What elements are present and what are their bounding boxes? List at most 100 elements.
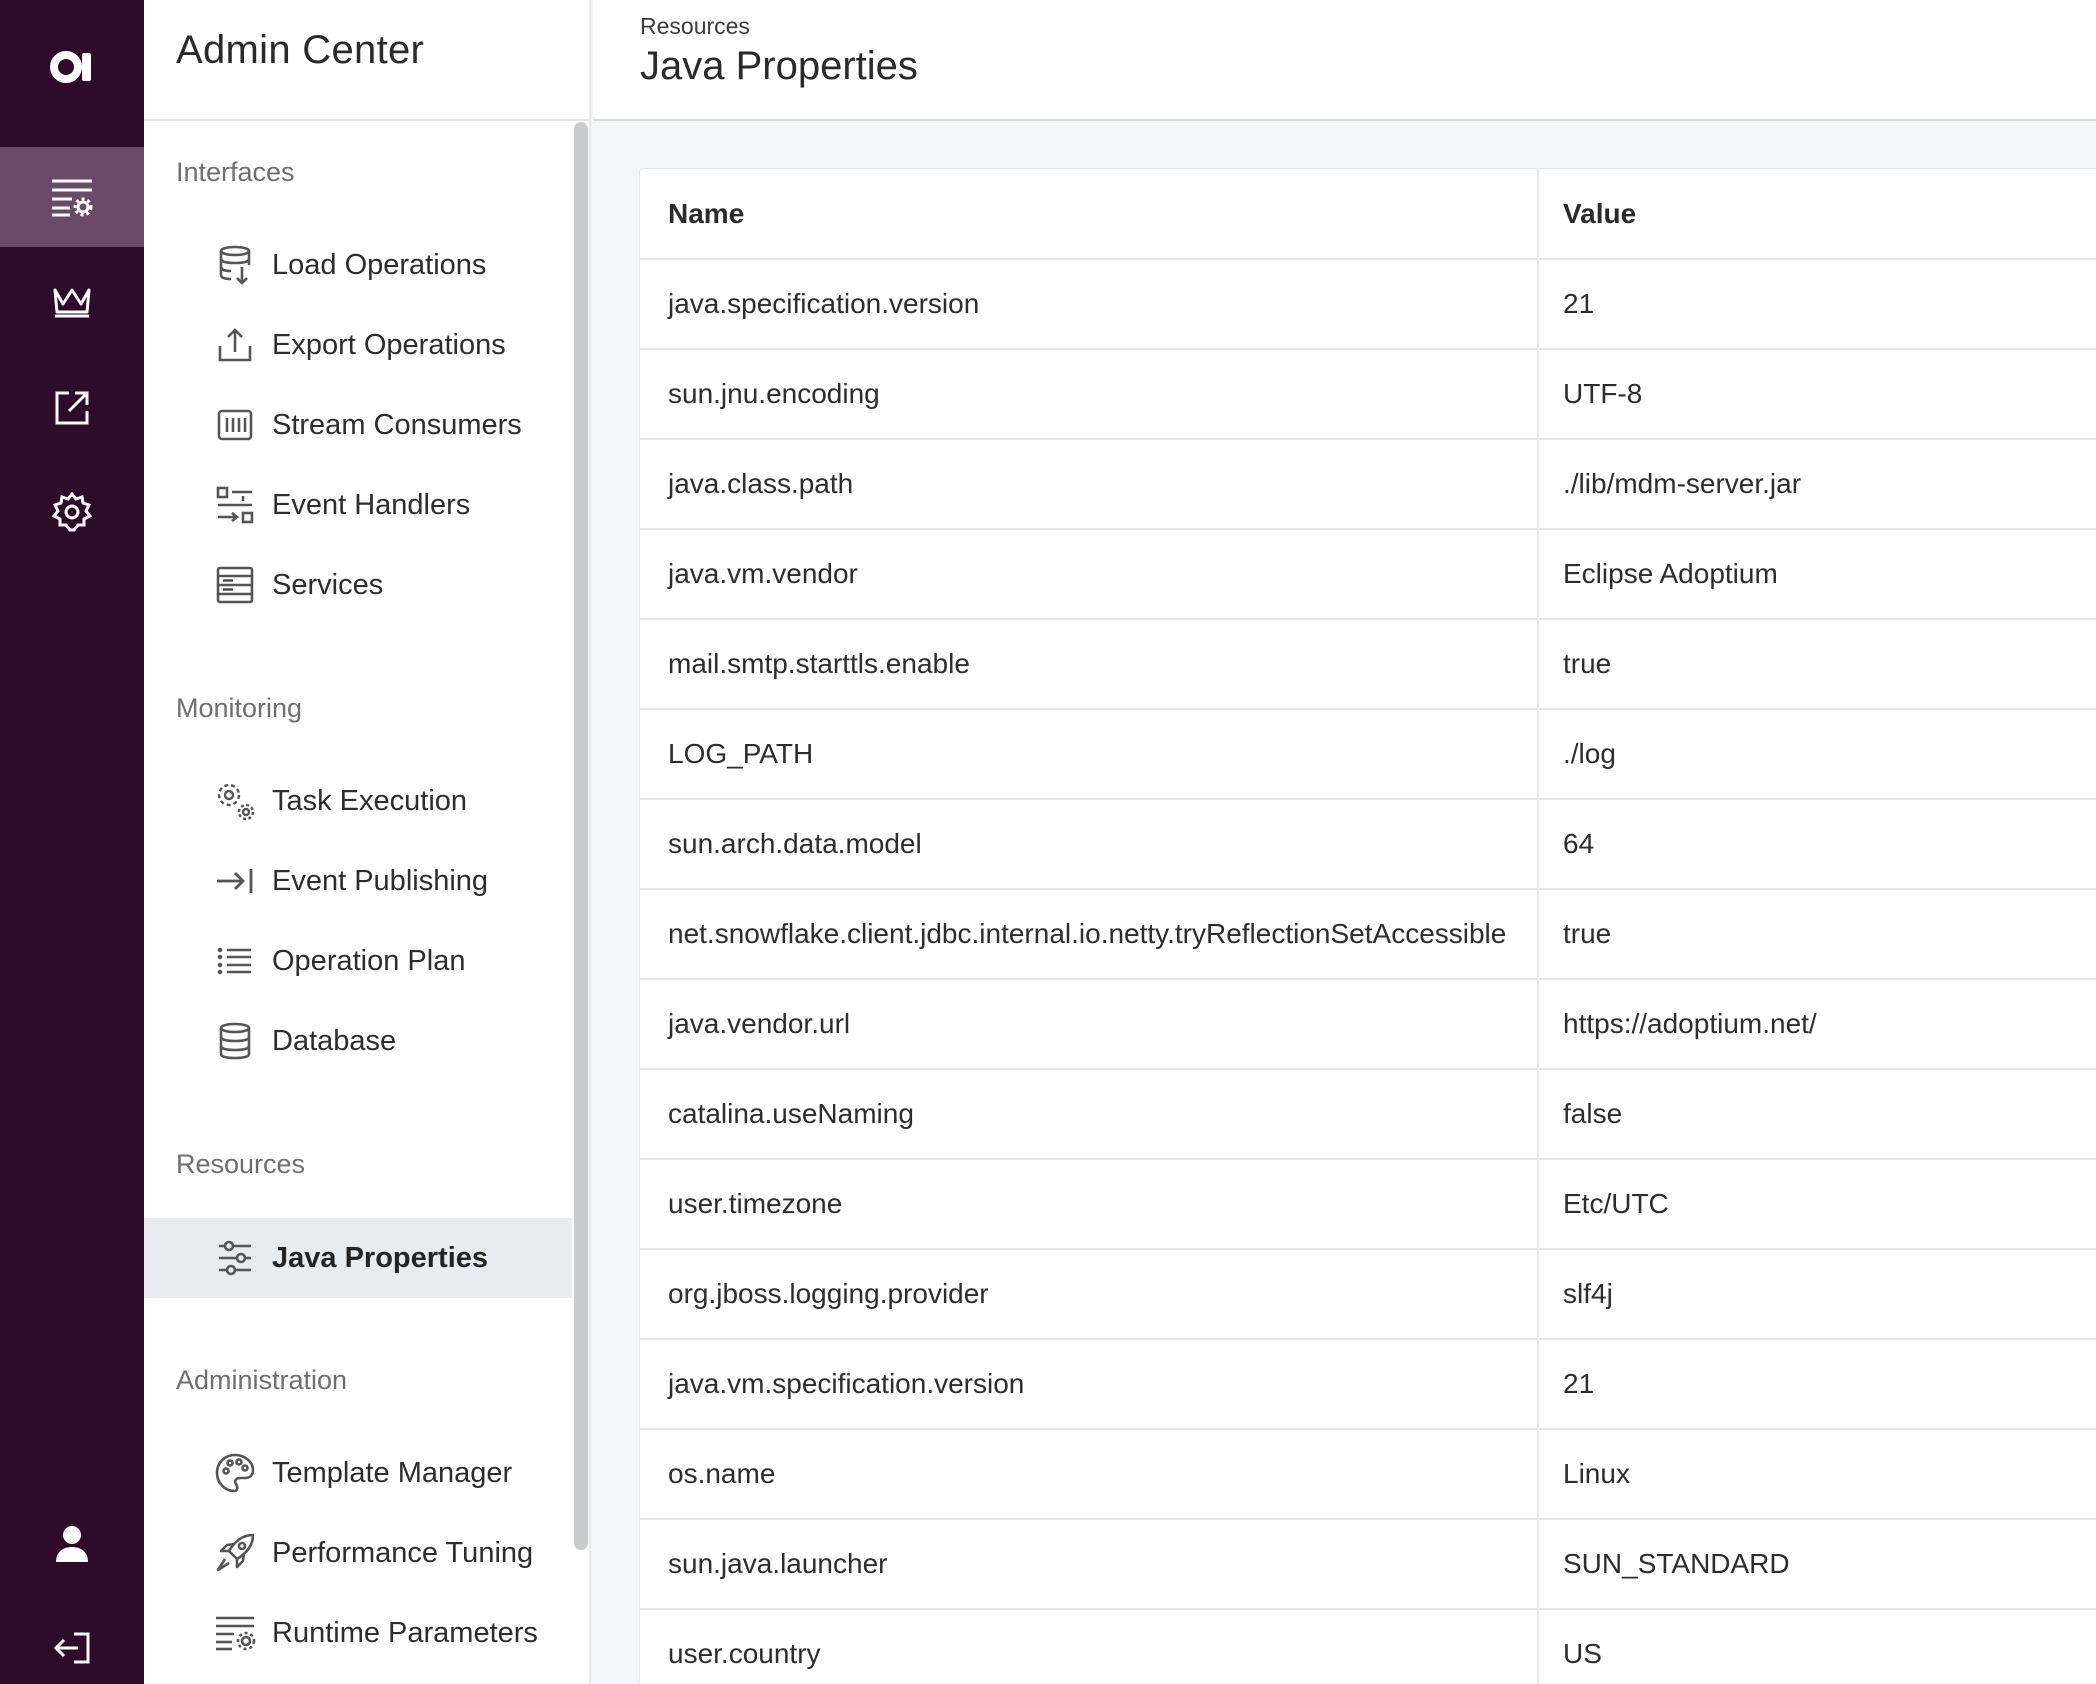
sidebar-item-label: Export Operations bbox=[272, 329, 506, 362]
property-name-cell: java.vendor.url bbox=[640, 979, 1538, 1069]
crown-icon[interactable] bbox=[0, 251, 144, 351]
logo-icon[interactable] bbox=[0, 0, 144, 134]
property-value-cell: SUN_STANDARD bbox=[1538, 1519, 2096, 1609]
sidebar-item-template-manager[interactable]: Template Manager bbox=[144, 1433, 572, 1513]
property-value-cell: UTF-8 bbox=[1538, 349, 2096, 439]
property-name-cell: java.vm.vendor bbox=[640, 529, 1538, 619]
sidebar-item-label: Runtime Parameters bbox=[272, 1617, 538, 1650]
property-name-cell: java.vm.specification.version bbox=[640, 1339, 1538, 1429]
property-value-cell: slf4j bbox=[1538, 1249, 2096, 1339]
rocket-icon bbox=[214, 1532, 256, 1574]
sidebar-item-label: Database bbox=[272, 1025, 396, 1058]
sidebar-item-label: Template Manager bbox=[272, 1457, 512, 1490]
sidebar-item-runtime-parameters[interactable]: Runtime Parameters bbox=[144, 1593, 572, 1673]
sidebar-item-event-publishing[interactable]: Event Publishing bbox=[144, 841, 572, 921]
property-value-cell: 21 bbox=[1538, 1339, 2096, 1429]
sidebar-item-load-operations[interactable]: Load Operations bbox=[144, 225, 572, 305]
sidebar: Admin Center Interfaces Load Operations bbox=[144, 0, 591, 1684]
logout-icon[interactable] bbox=[0, 1598, 144, 1684]
palette-icon bbox=[214, 1452, 256, 1494]
services-icon bbox=[214, 564, 256, 606]
sidebar-item-export-operations[interactable]: Export Operations bbox=[144, 305, 572, 385]
table-row[interactable]: java.vendor.urlhttps://adoptium.net/ bbox=[640, 979, 2096, 1069]
sidebar-scrollbar[interactable] bbox=[574, 122, 588, 1550]
sidebar-item-label: Performance Tuning bbox=[272, 1537, 533, 1570]
table-row[interactable]: mail.smtp.starttls.enabletrue bbox=[640, 619, 2096, 709]
property-value-cell: ./lib/mdm-server.jar bbox=[1538, 439, 2096, 529]
breadcrumb[interactable]: Resources bbox=[640, 13, 750, 40]
property-value-cell: 21 bbox=[1538, 259, 2096, 349]
property-name-cell: sun.jnu.encoding bbox=[640, 349, 1538, 439]
table-row[interactable]: java.vm.specification.version21 bbox=[640, 1339, 2096, 1429]
stream-icon bbox=[214, 404, 256, 446]
export-icon bbox=[214, 324, 256, 366]
table-row[interactable]: sun.jnu.encodingUTF-8 bbox=[640, 349, 2096, 439]
sidebar-item-performance-tuning[interactable]: Performance Tuning bbox=[144, 1513, 572, 1593]
property-name-cell: catalina.useNaming bbox=[640, 1069, 1538, 1159]
sidebar-item-task-execution[interactable]: Task Execution bbox=[144, 761, 572, 841]
property-value-cell: Eclipse Adoptium bbox=[1538, 529, 2096, 619]
properties-table: Name Value java.specification.version21s… bbox=[640, 169, 2096, 1684]
column-header-name[interactable]: Name bbox=[640, 169, 1538, 259]
sidebar-item-label: Java Properties bbox=[272, 1242, 488, 1275]
sidebar-item-java-properties[interactable]: Java Properties bbox=[144, 1218, 572, 1298]
sidebar-item-label: Load Operations bbox=[272, 249, 486, 282]
property-value-cell: Etc/UTC bbox=[1538, 1159, 2096, 1249]
arrow-to-line-icon bbox=[214, 860, 256, 902]
table-row[interactable]: java.vm.vendorEclipse Adoptium bbox=[640, 529, 2096, 619]
column-header-value[interactable]: Value bbox=[1538, 169, 2096, 259]
property-name-cell: mail.smtp.starttls.enable bbox=[640, 619, 1538, 709]
sidebar-item-label: Stream Consumers bbox=[272, 409, 522, 442]
table-row[interactable]: java.specification.version21 bbox=[640, 259, 2096, 349]
property-value-cell: Linux bbox=[1538, 1429, 2096, 1519]
sidebar-item-label: Event Handlers bbox=[272, 489, 470, 522]
property-name-cell: sun.java.launcher bbox=[640, 1519, 1538, 1609]
property-name-cell: user.timezone bbox=[640, 1159, 1538, 1249]
sidebar-item-stream-consumers[interactable]: Stream Consumers bbox=[144, 385, 572, 465]
property-name-cell: user.country bbox=[640, 1609, 1538, 1684]
sidebar-item-operation-plan[interactable]: Operation Plan bbox=[144, 921, 572, 1001]
app-title: Admin Center bbox=[176, 28, 589, 73]
sidebar-header: Admin Center bbox=[144, 0, 589, 121]
sidebar-item-database[interactable]: Database bbox=[144, 1001, 572, 1081]
sidebar-item-event-handlers[interactable]: Event Handlers bbox=[144, 465, 572, 545]
table-row[interactable]: net.snowflake.client.jdbc.internal.io.ne… bbox=[640, 889, 2096, 979]
table-row[interactable]: LOG_PATH./log bbox=[640, 709, 2096, 799]
table-row[interactable]: user.countryUS bbox=[640, 1609, 2096, 1684]
sidebar-item-services[interactable]: Services bbox=[144, 545, 572, 625]
property-value-cell: 64 bbox=[1538, 799, 2096, 889]
external-link-icon[interactable] bbox=[0, 358, 144, 458]
property-name-cell: sun.arch.data.model bbox=[640, 799, 1538, 889]
property-value-cell: true bbox=[1538, 619, 2096, 709]
app-rail bbox=[0, 0, 144, 1684]
property-name-cell: java.specification.version bbox=[640, 259, 1538, 349]
list-icon bbox=[214, 940, 256, 982]
property-value-cell: https://adoptium.net/ bbox=[1538, 979, 2096, 1069]
table-row[interactable]: sun.arch.data.model64 bbox=[640, 799, 2096, 889]
table-row[interactable]: org.jboss.logging.providerslf4j bbox=[640, 1249, 2096, 1339]
gear-icon[interactable] bbox=[0, 462, 144, 562]
user-icon[interactable] bbox=[0, 1494, 144, 1594]
table-row[interactable]: java.class.path./lib/mdm-server.jar bbox=[640, 439, 2096, 529]
property-name-cell: LOG_PATH bbox=[640, 709, 1538, 799]
page-header: Resources Java Properties bbox=[593, 0, 2096, 121]
table-row[interactable]: user.timezoneEtc/UTC bbox=[640, 1159, 2096, 1249]
page-title: Java Properties bbox=[640, 44, 918, 89]
property-value-cell: US bbox=[1538, 1609, 2096, 1684]
property-value-cell: true bbox=[1538, 889, 2096, 979]
property-name-cell: os.name bbox=[640, 1429, 1538, 1519]
table-header-row: Name Value bbox=[640, 169, 2096, 259]
property-value-cell: ./log bbox=[1538, 709, 2096, 799]
section-title-resources: Resources bbox=[176, 1149, 305, 1180]
property-name-cell: java.class.path bbox=[640, 439, 1538, 529]
database-icon bbox=[214, 1020, 256, 1062]
sliders-icon bbox=[214, 1237, 256, 1279]
admin-settings-icon[interactable] bbox=[0, 147, 144, 247]
table-row[interactable]: sun.java.launcherSUN_STANDARD bbox=[640, 1519, 2096, 1609]
sidebar-item-label: Operation Plan bbox=[272, 945, 465, 978]
section-title-monitoring: Monitoring bbox=[176, 693, 302, 724]
table-row[interactable]: catalina.useNamingfalse bbox=[640, 1069, 2096, 1159]
table-row[interactable]: os.nameLinux bbox=[640, 1429, 2096, 1519]
section-title-interfaces: Interfaces bbox=[176, 157, 295, 188]
handlers-icon bbox=[214, 484, 256, 526]
